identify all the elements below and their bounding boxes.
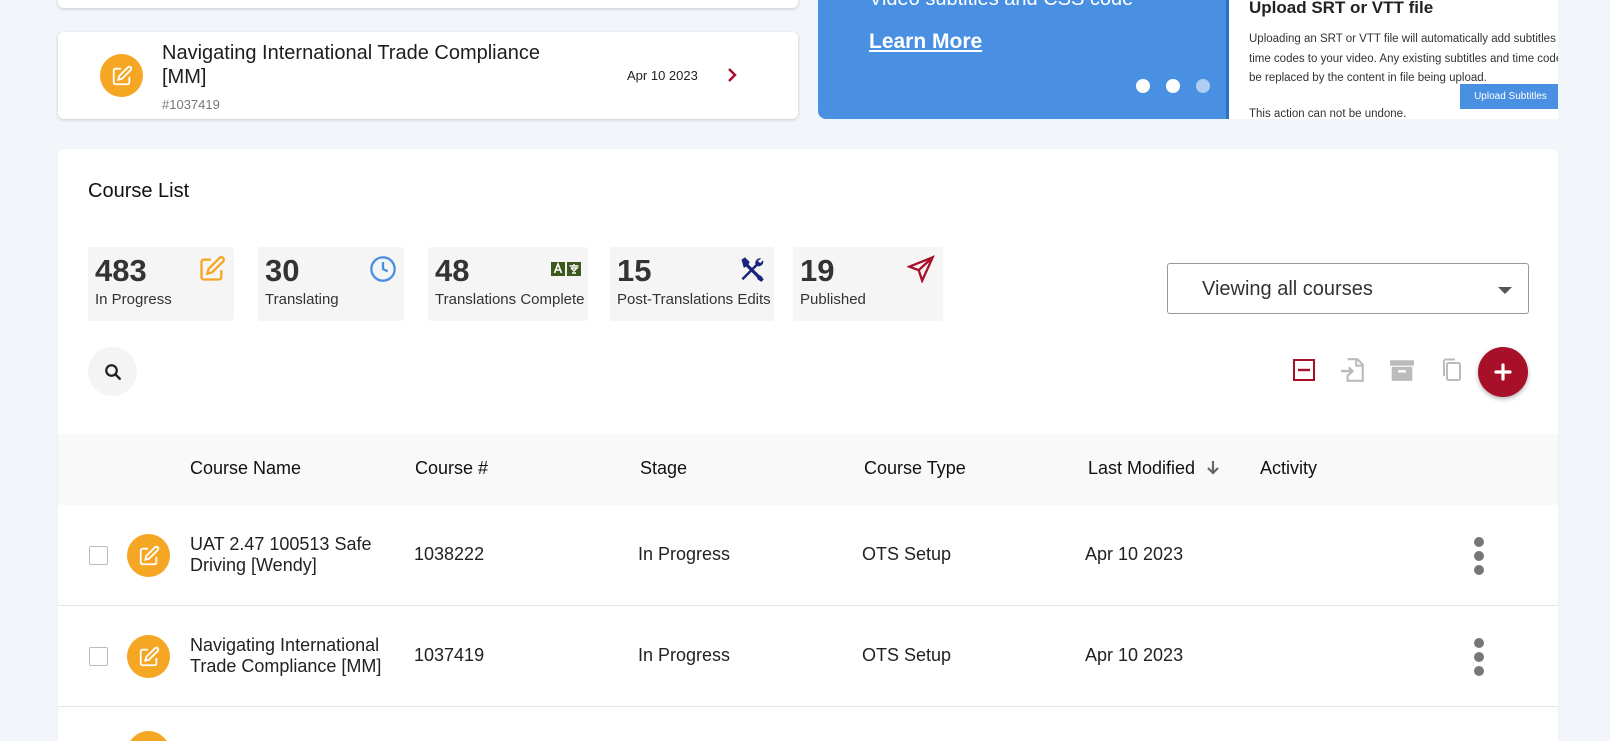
row-checkbox[interactable] (89, 546, 108, 565)
promo-banner: Video subtitles and CSS code Learn More (818, 0, 1226, 119)
search-icon (104, 363, 121, 380)
recent-course-title: Navigating International Trade Complianc… (162, 42, 540, 88)
stat-post-translation-edits[interactable]: 15 Post-Translations Edits (610, 247, 774, 321)
import-icon (1341, 358, 1364, 382)
column-last-modified[interactable]: Last Modified (1088, 458, 1220, 479)
tools-icon (741, 257, 764, 282)
archive-icon (1390, 360, 1414, 381)
column-stage[interactable]: Stage (640, 458, 687, 479)
course-number: 1038222 (414, 544, 485, 564)
course-type: OTS Setup (862, 645, 952, 665)
row-checkbox[interactable] (89, 647, 108, 666)
carousel-dot-1[interactable] (1136, 79, 1150, 93)
stat-value: 19 (800, 253, 835, 288)
remove-button[interactable] (1289, 355, 1319, 385)
search-button[interactable] (88, 347, 137, 396)
stat-in-progress[interactable]: 483 In Progress (88, 247, 234, 321)
add-course-button[interactable] (1478, 347, 1528, 397)
upload-warning: This action can not be undone. (1249, 108, 1407, 119)
stat-value: 30 (265, 253, 300, 288)
clock-icon (370, 256, 396, 282)
paper-plane-icon (907, 255, 935, 283)
upload-description: Uploading an SRT or VTT file will automa… (1249, 33, 1558, 84)
edit-icon (127, 731, 170, 741)
course-filter-value: Viewing all courses (1202, 278, 1373, 300)
stat-value: 483 (95, 253, 147, 288)
promo-heading: Video subtitles and CSS code (869, 0, 1133, 11)
arrow-down-icon (1207, 461, 1219, 475)
course-stage: In Progress (638, 544, 731, 564)
row-actions-menu[interactable] (1472, 537, 1486, 575)
table-header: Course Name Course # Stage Course Type L… (58, 434, 1558, 505)
stat-label: Translating (265, 291, 339, 308)
recent-course-date: Apr 10 2023 (627, 68, 698, 83)
stat-value: 15 (617, 253, 652, 288)
carousel-dot-3[interactable] (1196, 79, 1210, 93)
edit-icon (100, 54, 143, 97)
page-title: Course List (88, 180, 190, 202)
upload-subtitles-panel: Upload SRT or VTT file Uploading an SRT … (1226, 0, 1558, 119)
column-course-number[interactable]: Course # (415, 458, 488, 479)
table-row[interactable]: UAT 2.47 100513 Safe Driving [Wendy] 103… (58, 505, 1558, 606)
column-course-type[interactable]: Course Type (864, 458, 966, 479)
import-button[interactable] (1338, 355, 1368, 385)
recent-course-number: #1037419 (162, 97, 220, 112)
stat-translating[interactable]: 30 Translating (258, 247, 404, 321)
course-type: OTS Setup (862, 544, 952, 564)
upload-subtitles-button[interactable]: Upload Subtitles (1460, 84, 1558, 109)
remove-icon (1293, 359, 1315, 381)
column-activity: Activity (1260, 458, 1318, 478)
column-last-modified-label: Last Modified (1088, 458, 1196, 478)
course-card-previous[interactable] (58, 0, 798, 8)
edit-icon (127, 534, 170, 577)
table-row[interactable]: Navigating International Trade Complianc… (58, 606, 1558, 707)
carousel-dots (1136, 79, 1210, 93)
copy-button[interactable] (1436, 355, 1466, 385)
table-row[interactable] (58, 707, 1558, 741)
course-name[interactable]: Navigating International Trade Complianc… (190, 635, 390, 677)
add-icon (1494, 363, 1512, 381)
stat-value: 48 (435, 253, 470, 288)
carousel-dot-2[interactable] (1166, 79, 1180, 93)
edit-icon (200, 256, 225, 281)
archive-button[interactable] (1387, 355, 1417, 385)
caret-down-icon (1498, 287, 1512, 294)
course-filter-select[interactable]: Viewing all courses (1167, 263, 1529, 314)
stat-label: Translations Complete (435, 291, 585, 308)
row-actions-menu[interactable] (1472, 638, 1486, 676)
course-stage: In Progress (638, 645, 731, 665)
translate-icon (551, 261, 581, 276)
upload-heading: Upload SRT or VTT file (1249, 0, 1434, 17)
course-number: 1037419 (414, 645, 485, 665)
stat-translations-complete[interactable]: 48 Translations Complete (428, 247, 588, 321)
stat-published[interactable]: 19 Published (793, 247, 943, 321)
stat-label: In Progress (95, 291, 172, 308)
course-name[interactable]: UAT 2.47 100513 Safe Driving [Wendy] (190, 534, 390, 576)
course-last-modified: Apr 10 2023 (1085, 645, 1184, 665)
course-last-modified: Apr 10 2023 (1085, 544, 1184, 564)
chevron-right-icon[interactable] (722, 65, 742, 85)
copy-icon (1443, 358, 1461, 381)
learn-more-link[interactable]: Learn More (869, 30, 982, 54)
stat-label: Published (800, 291, 866, 308)
course-list-panel: Course List 483 In Progress 30 Translati… (58, 149, 1558, 741)
recent-course-card[interactable]: Navigating International Trade Complianc… (58, 32, 798, 119)
edit-icon (127, 635, 170, 678)
stat-label: Post-Translations Edits (617, 291, 771, 308)
column-course-name[interactable]: Course Name (190, 458, 301, 479)
